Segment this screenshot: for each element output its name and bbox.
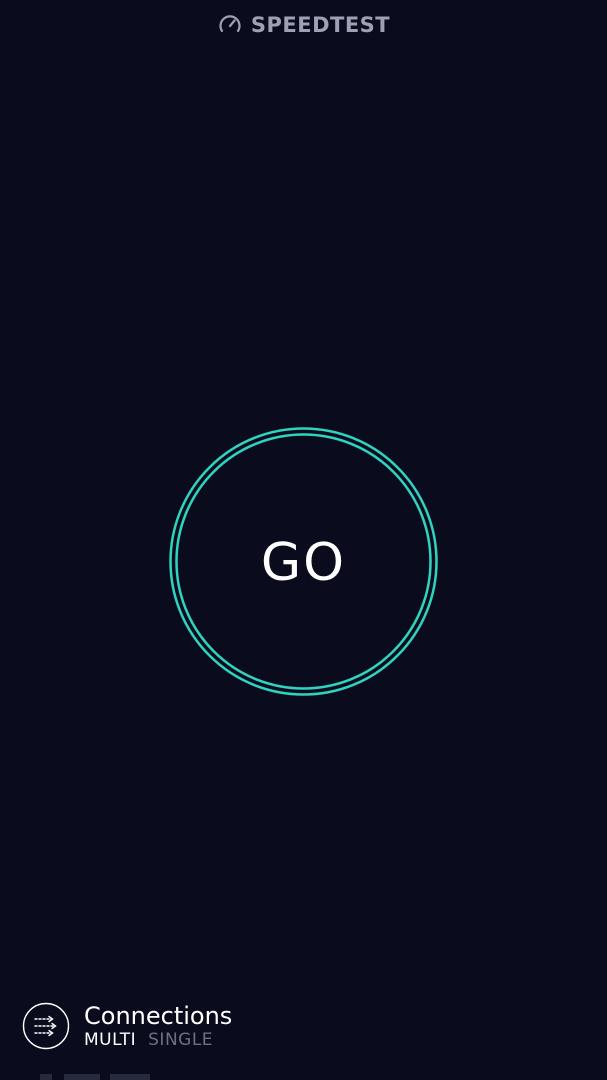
connections-title: Connections bbox=[84, 1001, 233, 1030]
connections-options: MULTI SINGLE bbox=[84, 1031, 232, 1049]
connections-setting: Connections MULTI SINGLE bbox=[22, 1000, 232, 1052]
app-header: SPEEDTEST bbox=[0, 10, 607, 40]
go-button[interactable]: GO bbox=[168, 426, 439, 697]
connections-option-single[interactable]: SINGLE bbox=[148, 1031, 213, 1049]
speedometer-icon bbox=[219, 15, 241, 33]
go-button-container: GO bbox=[168, 426, 439, 697]
next-setting-peek bbox=[40, 1074, 240, 1080]
connections-option-multi[interactable]: MULTI bbox=[84, 1031, 136, 1049]
brand-title: SPEEDTEST bbox=[250, 13, 391, 37]
connections-text: Connections MULTI SINGLE bbox=[84, 1004, 232, 1049]
connections-arrows-icon[interactable] bbox=[22, 1002, 70, 1050]
go-button-label: GO bbox=[260, 532, 347, 593]
